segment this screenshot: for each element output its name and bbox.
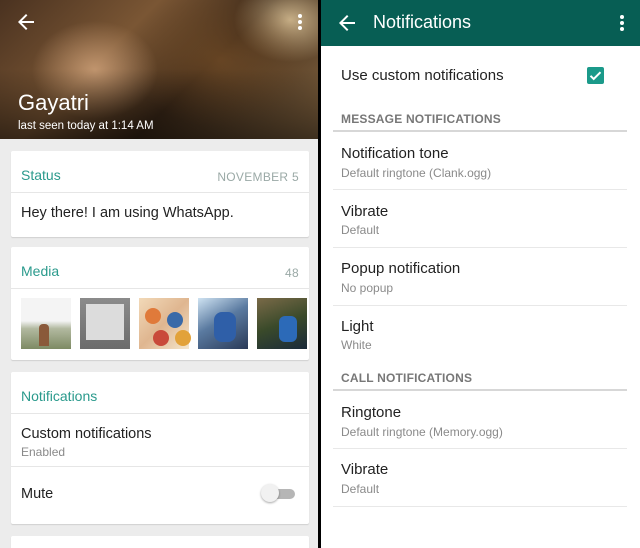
mute-toggle[interactable] xyxy=(261,484,295,502)
media-count: 48 xyxy=(285,266,299,280)
call-vibrate-value: Default xyxy=(341,482,380,496)
call-vibrate-label[interactable]: Vibrate xyxy=(341,461,388,478)
use-custom-notifications-label[interactable]: Use custom notifications xyxy=(341,67,504,84)
media-thumbnails xyxy=(21,298,309,350)
ringtone-value: Default ringtone (Memory.ogg) xyxy=(341,425,503,439)
divider xyxy=(333,448,627,449)
app-bar: Notifications xyxy=(321,0,640,46)
mute-toggle-knob xyxy=(261,484,279,502)
divider xyxy=(333,305,627,306)
popup-notification-value: No popup xyxy=(341,281,394,295)
notification-tone-value: Default ringtone (Clank.ogg) xyxy=(341,166,492,180)
media-thumbnail[interactable] xyxy=(21,298,71,349)
page-title: Notifications xyxy=(373,12,472,32)
media-card-header: Media 48 xyxy=(11,247,309,289)
popup-notification-label[interactable]: Popup notification xyxy=(341,260,460,277)
ringtone-label[interactable]: Ringtone xyxy=(341,404,401,421)
status-card: Status NOVEMBER 5 Hey there! I am using … xyxy=(11,151,309,237)
more-vert-icon[interactable] xyxy=(611,11,633,35)
custom-notifications-label[interactable]: Custom notifications xyxy=(21,426,152,442)
last-seen-text: last seen today at 1:14 AM xyxy=(18,120,154,132)
notifications-title: Notifications xyxy=(21,388,98,404)
next-card xyxy=(11,536,309,548)
divider xyxy=(333,189,627,190)
check-icon xyxy=(589,71,602,81)
back-arrow-icon[interactable] xyxy=(14,10,38,34)
media-thumbnail[interactable] xyxy=(198,298,248,349)
divider xyxy=(333,506,627,507)
notifications-card-header: Notifications xyxy=(11,372,309,414)
media-title: Media xyxy=(21,263,60,279)
notifications-settings-pane: Notifications Use custom notifications M… xyxy=(321,0,640,548)
notifications-card: Notifications Custom notifications Enabl… xyxy=(11,372,309,524)
message-notifications-header: MESSAGE NOTIFICATIONS xyxy=(341,112,501,126)
section-divider xyxy=(333,389,627,391)
divider xyxy=(333,247,627,248)
use-custom-notifications-checkbox[interactable] xyxy=(587,67,604,84)
divider xyxy=(11,466,309,467)
contact-info-pane: Gayatri last seen today at 1:14 AM Statu… xyxy=(0,0,318,548)
light-value: White xyxy=(341,338,372,352)
status-card-header: Status NOVEMBER 5 xyxy=(11,151,309,193)
notification-tone-label[interactable]: Notification tone xyxy=(341,145,449,162)
status-text[interactable]: Hey there! I am using WhatsApp. xyxy=(21,205,234,221)
media-thumbnail[interactable] xyxy=(257,298,307,349)
vibrate-value: Default xyxy=(341,223,380,237)
media-card[interactable]: Media 48 xyxy=(11,247,309,360)
back-arrow-icon[interactable] xyxy=(335,11,359,35)
more-vert-icon[interactable] xyxy=(289,10,311,34)
section-divider xyxy=(333,130,627,132)
contact-name: Gayatri xyxy=(18,90,89,115)
mute-label[interactable]: Mute xyxy=(21,486,53,502)
vibrate-label[interactable]: Vibrate xyxy=(341,203,388,220)
contact-photo[interactable] xyxy=(0,0,318,139)
media-thumbnail[interactable] xyxy=(139,298,189,349)
status-title: Status xyxy=(21,167,61,183)
media-thumbnail[interactable] xyxy=(80,298,130,349)
custom-notifications-value: Enabled xyxy=(21,445,66,459)
call-notifications-header: CALL NOTIFICATIONS xyxy=(341,371,473,385)
light-label[interactable]: Light xyxy=(341,318,374,335)
status-date: NOVEMBER 5 xyxy=(217,170,299,184)
